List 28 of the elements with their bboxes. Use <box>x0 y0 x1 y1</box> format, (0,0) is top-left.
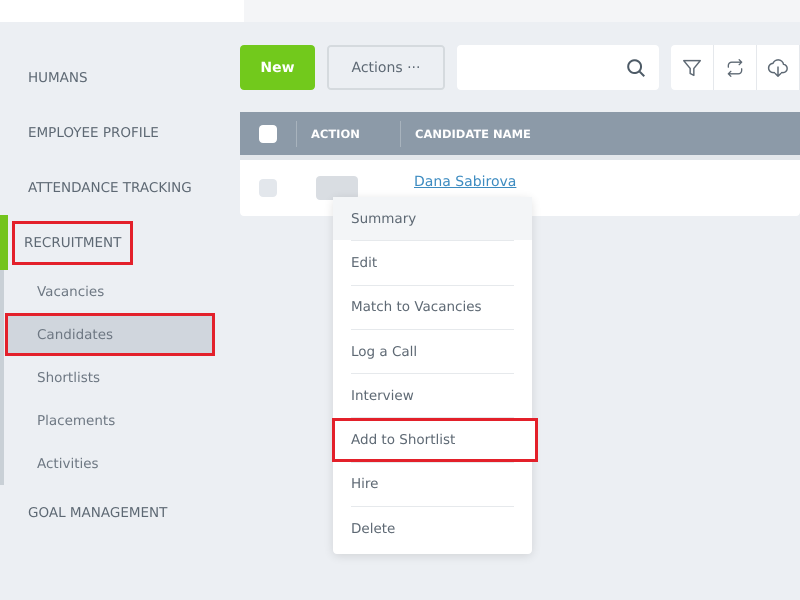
menu-item[interactable]: Edit <box>333 241 532 285</box>
candidate-name-link[interactable]: Dana Sabirova <box>414 174 516 190</box>
menu-item[interactable]: Log a Call <box>333 330 532 374</box>
sidebar-section[interactable]: HUMANS <box>16 56 100 100</box>
menu-item[interactable]: Interview <box>333 374 532 418</box>
select-all-checkbox[interactable] <box>259 124 277 142</box>
menu-item[interactable]: Delete <box>333 507 532 550</box>
sidebar-item[interactable]: Shortlists <box>8 359 212 396</box>
search-icon <box>625 56 647 78</box>
menu-item[interactable]: Hire <box>333 462 532 506</box>
sidebar-item[interactable]: Placements <box>8 402 212 439</box>
search-field[interactable] <box>457 45 659 90</box>
column-header: CANDIDATE NAME <box>414 126 532 140</box>
menu-item[interactable]: Match to Vacancies <box>333 286 532 329</box>
cloud-download-icon <box>767 56 789 78</box>
sidebar-item[interactable]: Activities <box>8 445 212 482</box>
swap-arrows-icon <box>725 58 745 78</box>
row-checkbox[interactable] <box>259 179 277 197</box>
menu-item[interactable]: Summary <box>333 197 532 240</box>
actions-button[interactable]: Actions ··· <box>327 45 445 90</box>
sidebar-section[interactable]: GOAL MANAGEMENT <box>16 490 180 534</box>
column-header: ACTION <box>310 126 361 140</box>
sidebar-item[interactable]: Candidates <box>8 316 212 353</box>
sidebar-section[interactable]: RECRUITMENT <box>12 220 134 264</box>
menu-item[interactable]: Add to Shortlist <box>332 418 538 462</box>
sidebar-item[interactable]: Vacancies <box>8 273 212 310</box>
sidebar-section[interactable]: EMPLOYEE PROFILE <box>16 110 171 154</box>
sidebar-section[interactable]: ATTENDANCE TRACKING <box>16 166 204 210</box>
